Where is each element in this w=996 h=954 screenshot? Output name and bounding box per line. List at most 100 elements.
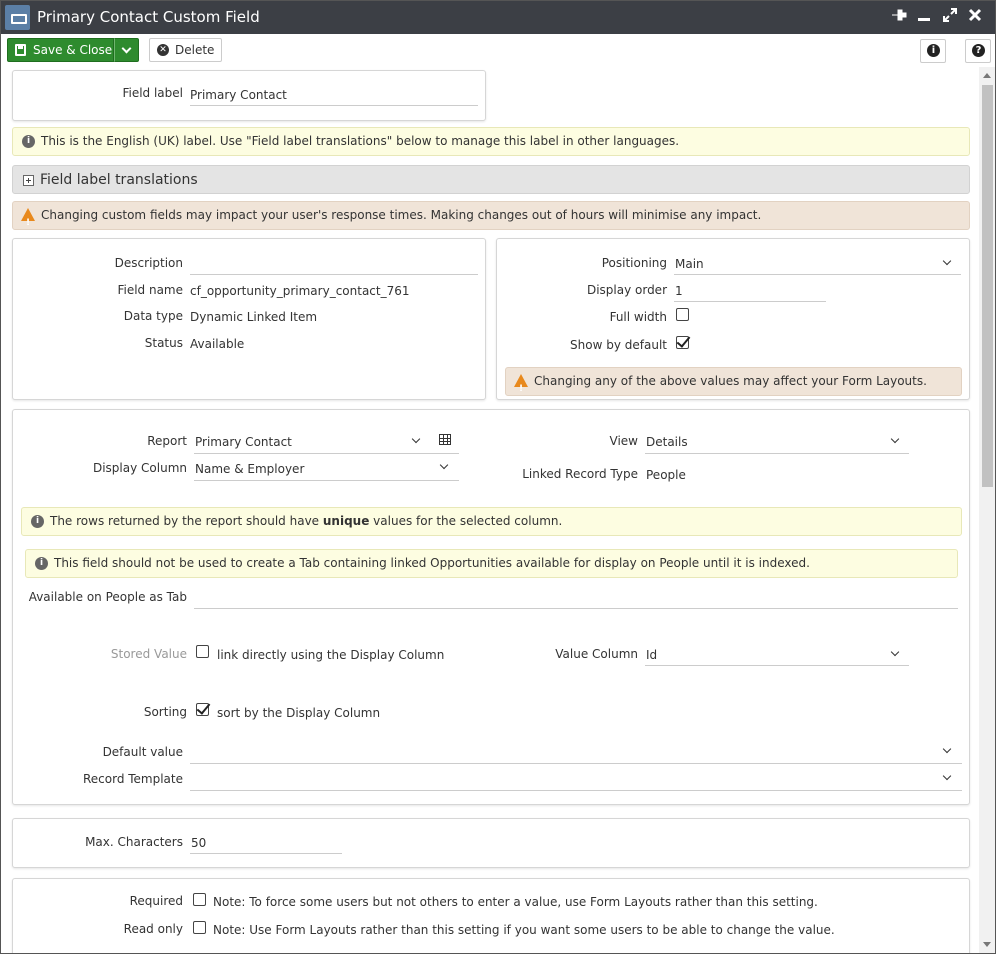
- delete-icon: ✕: [157, 44, 169, 56]
- field-label-label: Field label: [122, 86, 183, 100]
- chevron-down-icon[interactable]: [942, 256, 952, 266]
- report-label: Report: [147, 434, 187, 448]
- response-time-warning-text: Changing custom fields may impact your u…: [41, 208, 762, 222]
- positioning-select[interactable]: Main: [675, 257, 704, 271]
- field-label-underline: [190, 105, 478, 106]
- display-order-underline: [674, 301, 826, 302]
- default-value-label: Default value: [102, 745, 183, 759]
- delete-button[interactable]: ✕ Delete: [149, 38, 222, 62]
- value-column-select[interactable]: Id: [646, 648, 657, 662]
- maximize-icon[interactable]: [940, 7, 960, 27]
- info-icon: i: [35, 557, 48, 570]
- delete-label: Delete: [175, 43, 215, 57]
- display-column-label: Display Column: [92, 461, 187, 475]
- field-name-value: cf_opportunity_primary_contact_761: [190, 284, 410, 298]
- max-characters-underline: [190, 853, 342, 854]
- default-value-underline: [190, 763, 962, 764]
- scroll-thumb[interactable]: [982, 85, 993, 487]
- linked-item-panel: Report Primary Contact Display Column Na…: [12, 409, 970, 805]
- indexed-note: i This field should not be used to creat…: [25, 549, 958, 578]
- show-by-default-checkbox[interactable]: [676, 336, 689, 349]
- window-title: Primary Contact Custom Field: [37, 8, 260, 26]
- stored-value-checkbox-label[interactable]: link directly using the Display Column: [217, 648, 444, 662]
- info-icon: i: [31, 515, 44, 528]
- data-type-value: Dynamic Linked Item: [190, 310, 318, 324]
- report-select[interactable]: Primary Contact: [195, 435, 292, 449]
- form-layouts-warning-text: Changing any of the above values may aff…: [534, 374, 927, 388]
- scroll-down-arrow-icon[interactable]: [983, 942, 991, 947]
- save-options-dropdown[interactable]: [114, 38, 139, 62]
- table-icon[interactable]: [439, 434, 451, 445]
- scroll-up-arrow-icon[interactable]: [983, 73, 991, 78]
- max-characters-input[interactable]: 50: [191, 836, 206, 850]
- view-select[interactable]: Details: [646, 435, 688, 449]
- expand-plus-icon: [23, 175, 34, 186]
- warning-icon: !: [514, 374, 528, 394]
- unique-note-prefix: The rows returned by the report should h…: [50, 514, 323, 528]
- help-icon: ?: [972, 44, 985, 57]
- max-characters-label: Max. Characters: [85, 835, 183, 849]
- read-only-note: Note: Use Form Layouts rather than this …: [213, 923, 835, 937]
- status-value: Available: [190, 337, 245, 351]
- field-details-panel: Description Field name cf_opportunity_pr…: [12, 238, 486, 400]
- field-label-panel: Field label Primary Contact: [12, 70, 486, 121]
- sorting-checkbox[interactable]: [196, 703, 209, 716]
- save-icon: [15, 44, 26, 56]
- full-width-checkbox[interactable]: [676, 308, 689, 321]
- sorting-checkbox-label[interactable]: sort by the Display Column: [217, 706, 380, 720]
- chevron-down-icon[interactable]: [890, 647, 900, 657]
- warning-icon: !: [21, 208, 35, 228]
- unique-values-note: i The rows returned by the report should…: [21, 507, 962, 536]
- chevron-down-icon[interactable]: [411, 434, 421, 444]
- record-template-label: Record Template: [82, 772, 183, 786]
- info-icon: i: [927, 44, 940, 57]
- field-label-input[interactable]: Primary Contact: [190, 88, 287, 102]
- display-order-label: Display order: [586, 283, 667, 297]
- field-label-translations-toggle[interactable]: Field label translations: [12, 165, 970, 194]
- display-column-underline: [194, 480, 459, 481]
- chevron-down-icon[interactable]: [942, 744, 952, 754]
- chevron-down-icon[interactable]: [439, 460, 449, 470]
- positioning-panel: Positioning Main Display order 1 Full wi…: [496, 238, 970, 400]
- required-checkbox[interactable]: [193, 893, 206, 906]
- vertical-scrollbar[interactable]: [979, 67, 995, 953]
- read-only-checkbox[interactable]: [193, 921, 206, 934]
- minimize-icon[interactable]: [914, 7, 934, 27]
- linked-record-type-label: Linked Record Type: [522, 467, 638, 481]
- sorting-label: Sorting: [143, 705, 187, 719]
- status-label: Status: [144, 336, 183, 350]
- pin-icon[interactable]: [889, 7, 909, 27]
- required-panel: Required Note: To force some users but n…: [12, 878, 970, 953]
- required-label: Required: [129, 894, 183, 908]
- save-close-button[interactable]: Save & Close: [7, 38, 114, 62]
- view-underline: [645, 453, 909, 454]
- stored-value-checkbox[interactable]: [196, 645, 209, 658]
- report-underline: [194, 453, 459, 454]
- show-by-default-label: Show by default: [570, 338, 667, 352]
- display-order-input[interactable]: 1: [675, 284, 683, 298]
- title-bar[interactable]: Primary Contact Custom Field: [1, 1, 995, 34]
- available-tab-underline: [194, 608, 958, 609]
- close-icon[interactable]: [965, 7, 985, 27]
- description-underline: [190, 274, 478, 275]
- translations-label: Field label translations: [40, 172, 198, 188]
- available-tab-label: Available on People as Tab: [28, 590, 187, 604]
- chevron-down-icon[interactable]: [942, 771, 952, 781]
- english-label-note-text: This is the English (UK) label. Use "Fie…: [41, 134, 680, 148]
- full-width-label: Full width: [609, 310, 667, 324]
- help-button[interactable]: ?: [965, 39, 991, 63]
- field-name-label: Field name: [117, 283, 183, 297]
- indexed-note-text: This field should not be used to create …: [54, 556, 810, 570]
- read-only-label: Read only: [123, 922, 183, 936]
- positioning-label: Positioning: [601, 256, 667, 270]
- stored-value-label: Stored Value: [110, 647, 187, 661]
- info-button[interactable]: i: [920, 39, 946, 63]
- unique-note-bold: unique: [322, 514, 370, 528]
- display-column-select[interactable]: Name & Employer: [195, 462, 304, 476]
- unique-note-suffix: values for the selected column.: [369, 514, 563, 528]
- data-type-label: Data type: [123, 309, 183, 323]
- value-column-label: Value Column: [555, 647, 638, 661]
- chevron-down-icon[interactable]: [890, 434, 900, 444]
- form-layouts-warning: ! Changing any of the above values may a…: [505, 367, 962, 396]
- custom-field-window: Primary Contact Custom Field Save & Clos…: [0, 0, 996, 954]
